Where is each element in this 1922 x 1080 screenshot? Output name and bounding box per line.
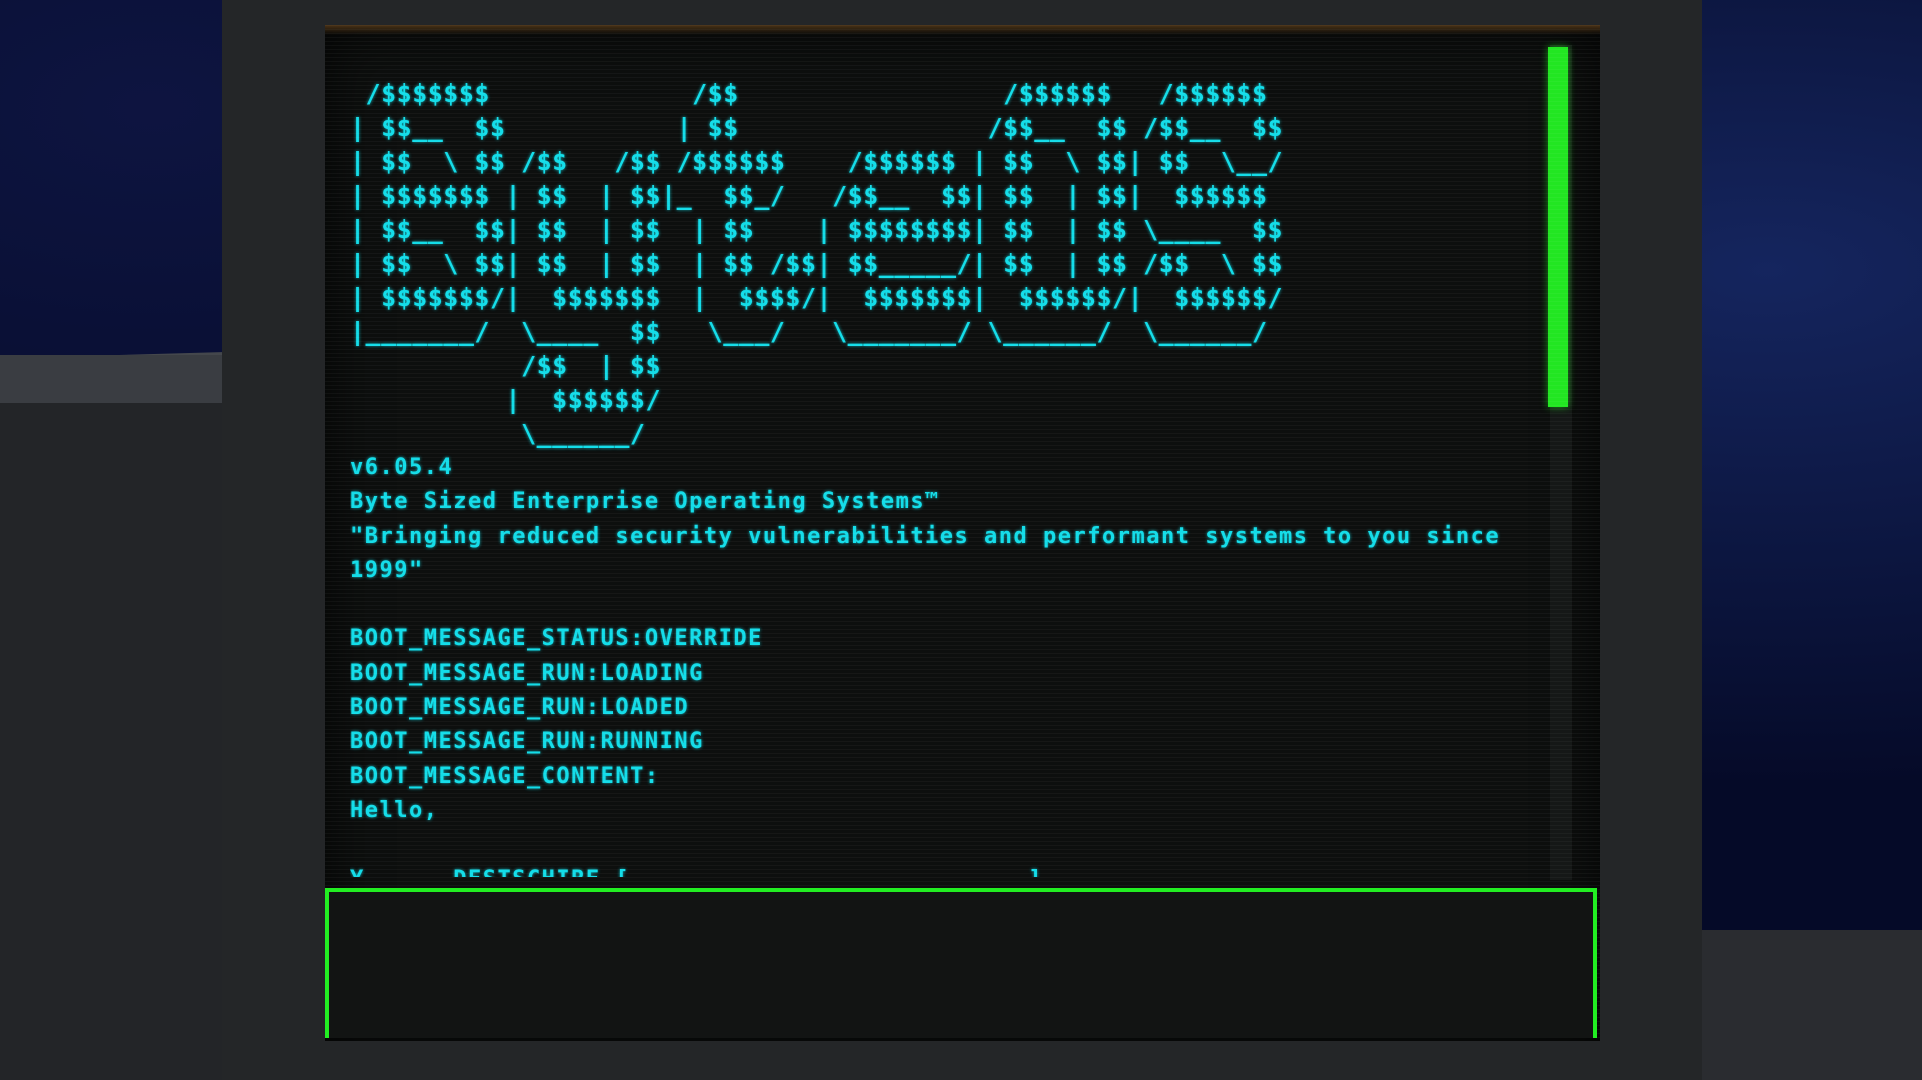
command-input[interactable] xyxy=(325,888,1597,1038)
terminal-output: /$$$$$$$ /$$ /$$$$$$ /$$$$$$ | $$__ $$ |… xyxy=(350,77,1565,897)
boot-line: BOOT_MESSAGE_STATUS:OVERRIDE xyxy=(350,626,763,652)
boot-line: BOOT_MESSAGE_RUN:LOADING xyxy=(350,660,704,686)
boot-line: Hello, xyxy=(350,797,439,823)
company-text: Byte Sized Enterprise Operating Systems™ xyxy=(350,489,940,515)
boot-line: BOOT_MESSAGE_RUN:LOADED xyxy=(350,695,690,721)
boot-line: BOOT_MESSAGE_CONTENT: xyxy=(350,763,660,789)
scrollbar-thumb[interactable] xyxy=(1548,47,1568,407)
tagline-text: "Bringing reduced security vulnerabiliti… xyxy=(350,523,1515,583)
right-desk-block xyxy=(1690,930,1922,1080)
boot-line: BOOT_MESSAGE_RUN:RUNNING xyxy=(350,729,704,755)
ascii-logo: /$$$$$$$ /$$ /$$$$$$ /$$$$$$ | $$__ $$ |… xyxy=(350,79,1284,448)
left-desk-block xyxy=(0,355,225,1080)
version-text: v6.05.4 xyxy=(350,455,454,480)
